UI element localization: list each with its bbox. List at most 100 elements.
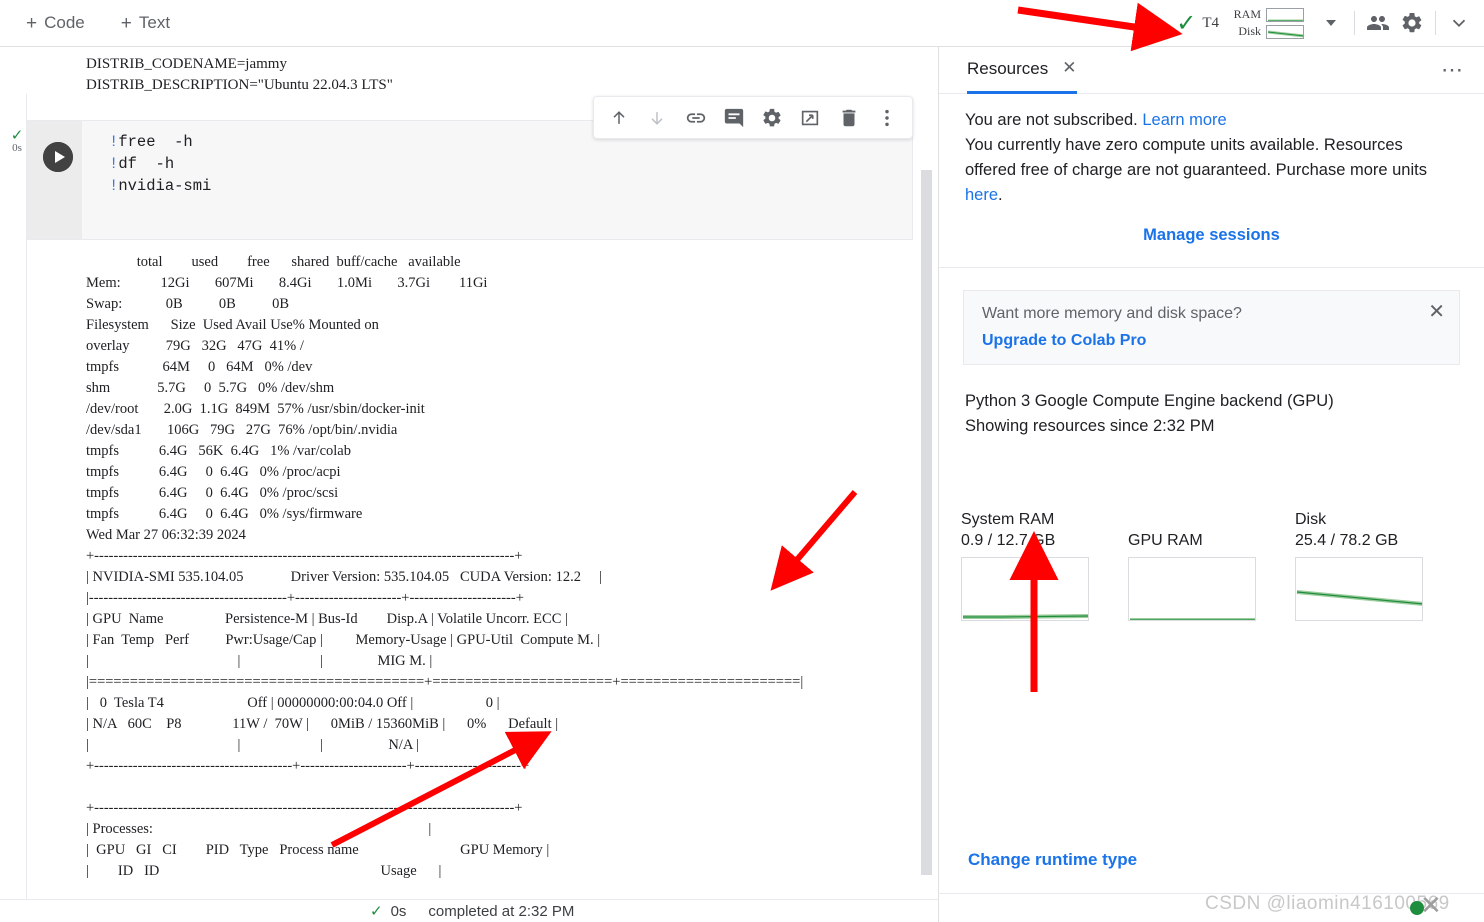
ram-sparkline [1266,7,1304,22]
gauge-system-ram: System RAM 0.9 / 12.7 GB [961,509,1128,621]
cell-settings-button[interactable] [757,103,787,133]
cell-execution-status: ✓ 0s [6,126,28,155]
resource-gauges: System RAM 0.9 / 12.7 GB GPU RAM Disk 25… [939,509,1484,621]
colab-window: + Code + Text ✓ T4 RAM Disk DISTRIB_CODE… [0,0,1484,922]
ram-mini-row: RAM [1231,7,1304,22]
promo-close-icon[interactable]: ✕ [1428,301,1445,321]
arrow-up-icon [613,110,625,124]
collapse-toolbar-button[interactable] [1442,6,1476,40]
chevron-down-icon [1452,19,1466,28]
upgrade-to-colab-pro-link[interactable]: Upgrade to Colab Pro [982,332,1443,350]
status-check-icon: ✓ [370,902,383,920]
people-icon [1367,16,1389,30]
previous-cell-output: DISTRIB_CODENAME=jammy DISTRIB_DESCRIPTI… [86,56,393,93]
gauge-system-ram-chart [961,557,1089,621]
panel-divider [939,267,1484,268]
not-subscribed-text: You are not subscribed. [965,111,1143,129]
more-vert-icon [885,109,889,126]
ram-mini-label: RAM [1233,7,1261,21]
cell-more-options-button[interactable] [872,103,902,133]
toolbar-right-group: ✓ T4 RAM Disk [1176,0,1484,46]
plus-icon: + [26,12,38,34]
notebook-scrollbar-thumb[interactable] [921,170,932,875]
resources-panel: Resources ✕ ⋯ You are not subscribed. Le… [938,47,1484,922]
gauge-disk-value: 25.4 / 78.2 GB [1295,532,1399,549]
add-code-cell-button[interactable]: + Code [16,9,95,37]
panel-bottom-divider [938,893,1484,894]
toolbar-divider [1354,11,1355,35]
resource-dropdown-button[interactable] [1314,6,1348,40]
promo-question: Want more memory and disk space? [982,305,1242,322]
upgrade-promo-card: Want more memory and disk space? Upgrade… [963,290,1460,365]
manage-sessions-link[interactable]: Manage sessions [965,226,1458,245]
cell-output-terminal: total used free shared buff/cache availa… [86,254,804,879]
add-text-cell-button[interactable]: + Text [111,9,180,37]
cell-action-toolbar[interactable] [593,96,913,139]
gauge-disk-title: Disk [1295,511,1327,528]
disk-sparkline [1266,24,1304,39]
gauge-disk: Disk 25.4 / 78.2 GB [1295,509,1462,621]
purchase-here-link[interactable]: here [965,186,998,204]
code-editor-content[interactable]: !free -h !df -h !nvidia-smi [109,131,211,197]
execution-check-icon: ✓ [10,126,24,144]
settings-button[interactable] [1395,6,1429,40]
share-people-button[interactable] [1361,6,1395,40]
period-text: . [998,186,1003,204]
link-to-cell-button[interactable] [681,103,711,133]
watermark-close-icon: ✕ [1420,891,1442,921]
gauge-gpu-ram: GPU RAM [1128,509,1295,621]
showing-resources-since: Showing resources since 2:32 PM [965,417,1215,435]
tab-resources-label: Resources [967,58,1049,78]
subscription-info: You are not subscribed. Learn more You c… [939,94,1484,245]
resource-mini-graphs[interactable]: RAM Disk [1231,7,1304,39]
add-text-cell-label: Text [138,13,171,32]
chevron-down-icon [1326,20,1336,26]
panel-more-options-button[interactable]: ⋯ [1441,59,1464,81]
link-icon [686,112,705,123]
accelerator-label: T4 [1202,14,1219,31]
gauge-system-ram-value: 0.9 / 12.7 GB [961,532,1056,549]
mirror-cell-button[interactable] [795,103,825,133]
status-message: completed at 2:32 PM [428,902,575,920]
move-cell-down-button[interactable] [642,103,672,133]
disk-mini-label: Disk [1238,24,1261,38]
cell-run-gutter [27,121,82,239]
zero-compute-units-text: You currently have zero compute units av… [965,136,1427,179]
close-icon[interactable]: ✕ [1062,60,1076,77]
code-line-3: !nvidia-smi [109,177,212,195]
resources-panel-header: Resources ✕ ⋯ [939,47,1484,94]
mirror-cell-icon [802,110,819,125]
runtime-connected-check-icon: ✓ [1176,9,1197,37]
play-icon [43,142,73,172]
trash-icon [842,109,856,126]
backend-info: Python 3 Google Compute Engine backend (… [965,389,1458,439]
resources-panel-body: You are not subscribed. Learn more You c… [939,94,1484,922]
run-cell-button[interactable] [43,142,73,172]
gauge-gpu-ram-title: GPU RAM [1128,532,1203,549]
code-line-2: !df -h [109,155,175,173]
change-runtime-type-link[interactable]: Change runtime type [968,850,1137,870]
delete-cell-button[interactable] [834,103,864,133]
comment-icon [724,108,744,127]
gauge-disk-chart [1295,557,1423,621]
subscription-line-1: You are not subscribed. Learn more [965,108,1458,133]
cell-status-bar: ✓ 0s completed at 2:32 PM [0,899,938,922]
add-comment-button[interactable] [719,103,749,133]
subscription-line-2: You currently have zero compute units av… [965,133,1458,208]
gear-icon [1402,12,1422,33]
notebook-scroll-area[interactable]: DISTRIB_CODENAME=jammy DISTRIB_DESCRIPTI… [0,47,938,899]
gear-icon [763,108,781,126]
plus-icon: + [120,12,132,34]
notebook-scrollbar-track[interactable] [920,47,932,899]
code-line-1: !free -h [109,133,193,151]
move-cell-up-button[interactable] [604,103,634,133]
backend-description: Python 3 Google Compute Engine backend (… [965,392,1334,410]
gauge-gpu-ram-chart [1128,557,1256,621]
add-code-cell-label: Code [44,13,85,32]
gauge-system-ram-title: System RAM [961,511,1055,528]
toolbar-divider [1435,11,1436,35]
learn-more-link[interactable]: Learn more [1142,111,1226,129]
arrow-down-icon [651,111,663,125]
tab-resources[interactable]: Resources ✕ [967,47,1077,94]
status-duration: 0s [390,902,407,920]
